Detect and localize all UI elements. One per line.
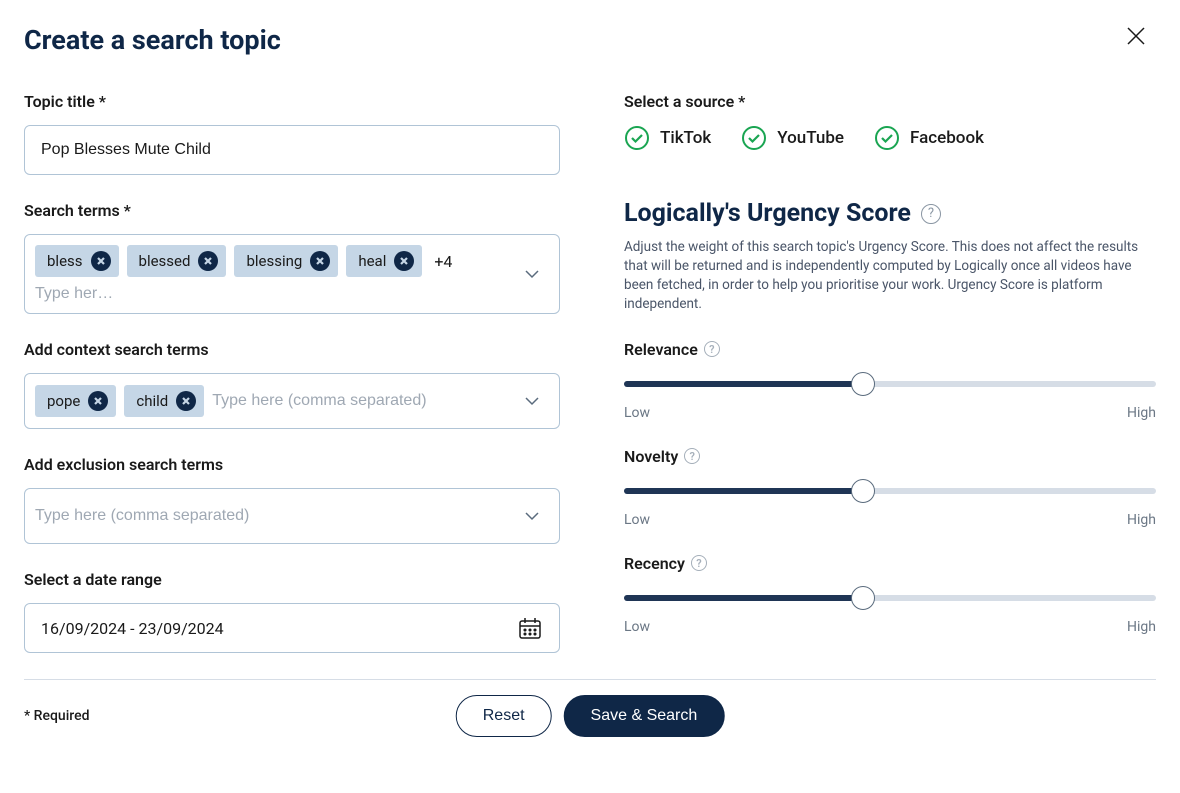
source-tiktok[interactable]: TikTok (624, 125, 711, 151)
search-term-tag: bless (35, 245, 119, 277)
urgency-score-description: Adjust the weight of this search topic's… (624, 238, 1156, 314)
date-range-label: Select a date range (24, 570, 560, 589)
exclusion-terms-text-input[interactable] (35, 507, 511, 525)
slider-high-label: High (1127, 512, 1156, 528)
check-circle-icon (624, 125, 650, 151)
search-term-tag: heal (346, 245, 422, 277)
recency-label: Recency ? (624, 554, 1156, 573)
remove-tag-icon[interactable] (88, 391, 108, 411)
help-icon[interactable]: ? (691, 555, 707, 571)
remove-tag-icon[interactable] (310, 251, 330, 271)
novelty-label: Novelty ? (624, 447, 1156, 466)
chevron-down-icon[interactable] (521, 505, 543, 527)
context-term-tag: child (124, 385, 204, 417)
relevance-slider[interactable] (624, 381, 1156, 387)
slider-thumb[interactable] (851, 586, 875, 610)
tag-text: heal (358, 252, 386, 270)
slider-high-label: High (1127, 619, 1156, 635)
search-terms-overflow[interactable]: +4 (430, 252, 456, 271)
page-title: Create a search topic (24, 24, 1156, 56)
help-icon[interactable]: ? (684, 448, 700, 464)
close-button[interactable] (1122, 22, 1150, 50)
tag-text: blessed (139, 252, 191, 270)
slider-low-label: Low (624, 619, 650, 635)
chevron-down-icon[interactable] (521, 390, 543, 412)
save-search-button[interactable]: Save & Search (564, 695, 725, 737)
search-terms-input[interactable]: bless blessed blessing heal (24, 234, 560, 314)
source-facebook[interactable]: Facebook (874, 125, 984, 151)
slider-low-label: Low (624, 405, 650, 421)
source-label: Select a source * (624, 92, 1156, 111)
search-term-tag: blessed (127, 245, 227, 277)
search-term-tag: blessing (234, 245, 338, 277)
slider-fill (624, 595, 863, 601)
source-label-text: TikTok (660, 128, 711, 148)
relevance-label: Relevance ? (624, 340, 1156, 359)
novelty-slider[interactable] (624, 488, 1156, 494)
help-icon[interactable]: ? (704, 341, 720, 357)
tag-text: blessing (246, 252, 302, 270)
source-youtube[interactable]: YouTube (741, 125, 844, 151)
exclusion-terms-label: Add exclusion search terms (24, 455, 560, 474)
date-range-input[interactable]: 16/09/2024 - 23/09/2024 (24, 603, 560, 653)
context-terms-label: Add context search terms (24, 340, 560, 359)
search-terms-label: Search terms * (24, 201, 560, 220)
tag-text: child (136, 392, 168, 410)
chevron-down-icon[interactable] (521, 263, 543, 285)
date-range-value: 16/09/2024 - 23/09/2024 (41, 619, 224, 638)
required-note: * Required (24, 708, 89, 724)
topic-title-input[interactable] (24, 125, 560, 175)
remove-tag-icon[interactable] (176, 391, 196, 411)
context-terms-input[interactable]: pope child (24, 373, 560, 429)
context-term-tag: pope (35, 385, 116, 417)
topic-title-label: Topic title * (24, 92, 560, 111)
remove-tag-icon[interactable] (394, 251, 414, 271)
slider-fill (624, 488, 863, 494)
help-icon[interactable]: ? (921, 204, 941, 224)
reset-button[interactable]: Reset (456, 695, 552, 737)
slider-high-label: High (1127, 405, 1156, 421)
urgency-score-title: Logically's Urgency Score (624, 199, 911, 228)
calendar-icon[interactable] (517, 615, 543, 641)
source-label-text: YouTube (777, 128, 844, 148)
search-terms-text-input[interactable] (35, 285, 511, 303)
check-circle-icon (741, 125, 767, 151)
remove-tag-icon[interactable] (91, 251, 111, 271)
tag-text: pope (47, 392, 80, 410)
context-terms-text-input[interactable] (212, 392, 511, 410)
tag-text: bless (47, 252, 83, 270)
slider-thumb[interactable] (851, 479, 875, 503)
slider-fill (624, 381, 863, 387)
slider-thumb[interactable] (851, 372, 875, 396)
slider-low-label: Low (624, 512, 650, 528)
recency-slider[interactable] (624, 595, 1156, 601)
remove-tag-icon[interactable] (198, 251, 218, 271)
source-label-text: Facebook (910, 128, 984, 148)
check-circle-icon (874, 125, 900, 151)
exclusion-terms-input[interactable] (24, 488, 560, 544)
